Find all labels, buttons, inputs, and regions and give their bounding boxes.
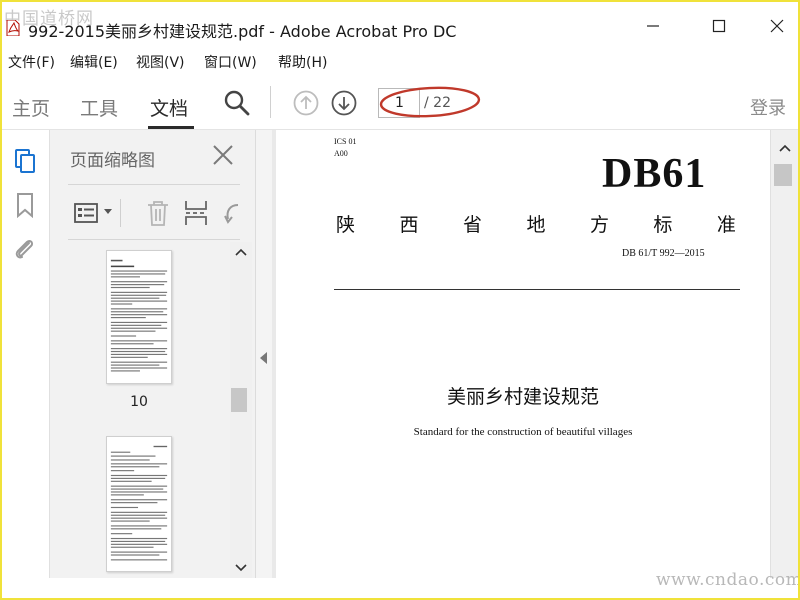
header-rule <box>334 289 740 290</box>
db-code: DB61 <box>602 151 707 197</box>
document-scroll-thumb[interactable] <box>774 164 792 186</box>
red-annotation-ellipse <box>379 86 481 118</box>
pdf-file-icon <box>6 20 20 36</box>
menu-window[interactable]: 窗口(W) <box>204 52 257 72</box>
page-thumbnails-icon[interactable] <box>12 148 38 174</box>
attachment-icon[interactable] <box>12 236 38 262</box>
maximize-button[interactable] <box>704 16 734 40</box>
heading-char: 陕 <box>336 214 356 236</box>
delete-page-icon[interactable] <box>146 199 170 227</box>
menu-bar: 文件(F) 编辑(E) 视图(V) 窗口(W) 帮助(H) <box>2 48 798 74</box>
pdf-page: ICS 01 A00 DB61 陕 西 省 地 方 标 准 DB 61/T 99… <box>276 130 770 578</box>
heading-char: 方 <box>589 214 609 236</box>
scroll-down-icon[interactable] <box>235 564 247 572</box>
next-page-icon[interactable] <box>331 90 357 116</box>
thumbnail-tools <box>68 184 240 240</box>
page-thumbnail-11[interactable] <box>106 436 172 572</box>
maximize-icon <box>712 19 726 33</box>
heading-char: 准 <box>716 214 736 236</box>
minimize-icon <box>647 25 659 27</box>
heading-char: 标 <box>653 214 673 236</box>
close-window-button[interactable] <box>762 16 792 40</box>
chevron-down-icon[interactable] <box>104 209 112 215</box>
thumbnail-page-label: 10 <box>130 394 148 410</box>
toolbar-divider <box>270 86 271 118</box>
a00-line: A00 <box>334 149 348 158</box>
tab-home[interactable]: 主页 <box>12 94 50 121</box>
standard-number: DB 61/T 992—2015 <box>622 248 705 259</box>
window-title: 992-2015美丽乡村建设规范.pdf - Adobe Acrobat Pro… <box>28 22 457 41</box>
scroll-up-icon[interactable] <box>235 248 247 256</box>
main-toolbar: 主页 工具 文档 1 / 22 登录 <box>2 74 798 130</box>
document-view[interactable]: ICS 01 A00 DB61 陕 西 省 地 方 标 准 DB 61/T 99… <box>272 130 770 578</box>
document-scrollbar[interactable] <box>770 130 798 578</box>
menu-view[interactable]: 视图(V) <box>136 52 185 72</box>
title-bar: 中国道桥网 992-2015美丽乡村建设规范.pdf - Adobe Acrob… <box>2 2 798 48</box>
heading-char: 省 <box>462 214 482 236</box>
menu-edit[interactable]: 编辑(E) <box>70 52 118 72</box>
tab-document[interactable]: 文档 <box>150 94 188 121</box>
close-panel-icon[interactable] <box>210 142 236 168</box>
active-tab-indicator <box>148 126 194 129</box>
previous-page-icon[interactable] <box>293 90 319 116</box>
tool-divider <box>120 199 121 227</box>
thumbnail-list: 10 <box>50 242 230 578</box>
rotate-page-icon[interactable] <box>224 201 240 227</box>
province-standard-heading: 陕 西 省 地 方 标 准 <box>336 210 736 237</box>
bookmark-icon[interactable] <box>12 192 38 218</box>
panel-collapse-handle[interactable] <box>256 130 272 578</box>
ics-line: ICS 01 <box>334 137 357 146</box>
extract-page-icon[interactable] <box>184 199 210 227</box>
document-subtitle: Standard for the construction of beautif… <box>413 426 633 438</box>
scroll-up-icon[interactable] <box>779 144 791 152</box>
login-button[interactable]: 登录 <box>750 94 786 120</box>
document-title: 美丽乡村建设规范 <box>446 386 599 408</box>
page-thumbnail-10[interactable] <box>106 250 172 384</box>
menu-help[interactable]: 帮助(H) <box>278 52 327 72</box>
close-icon <box>770 19 784 33</box>
thumbnail-options-icon[interactable] <box>74 201 100 225</box>
menu-file[interactable]: 文件(F) <box>8 52 55 72</box>
left-rail <box>2 130 50 598</box>
heading-char: 西 <box>399 214 419 236</box>
watermark-bottom: www.cndao.com <box>656 570 798 590</box>
ics-code: ICS 01 A00 <box>334 136 356 160</box>
page-thumbnails-panel: 页面缩略图 10 <box>50 130 256 578</box>
search-icon[interactable] <box>224 90 250 116</box>
app-window: 中国道桥网 992-2015美丽乡村建设规范.pdf - Adobe Acrob… <box>2 2 798 598</box>
panel-title: 页面缩略图 <box>70 151 155 171</box>
tab-tools[interactable]: 工具 <box>80 94 118 121</box>
minimize-button[interactable] <box>638 16 668 40</box>
collapse-left-icon[interactable] <box>260 352 268 364</box>
heading-char: 地 <box>526 214 546 236</box>
thumbnail-scroll-thumb[interactable] <box>231 388 247 412</box>
